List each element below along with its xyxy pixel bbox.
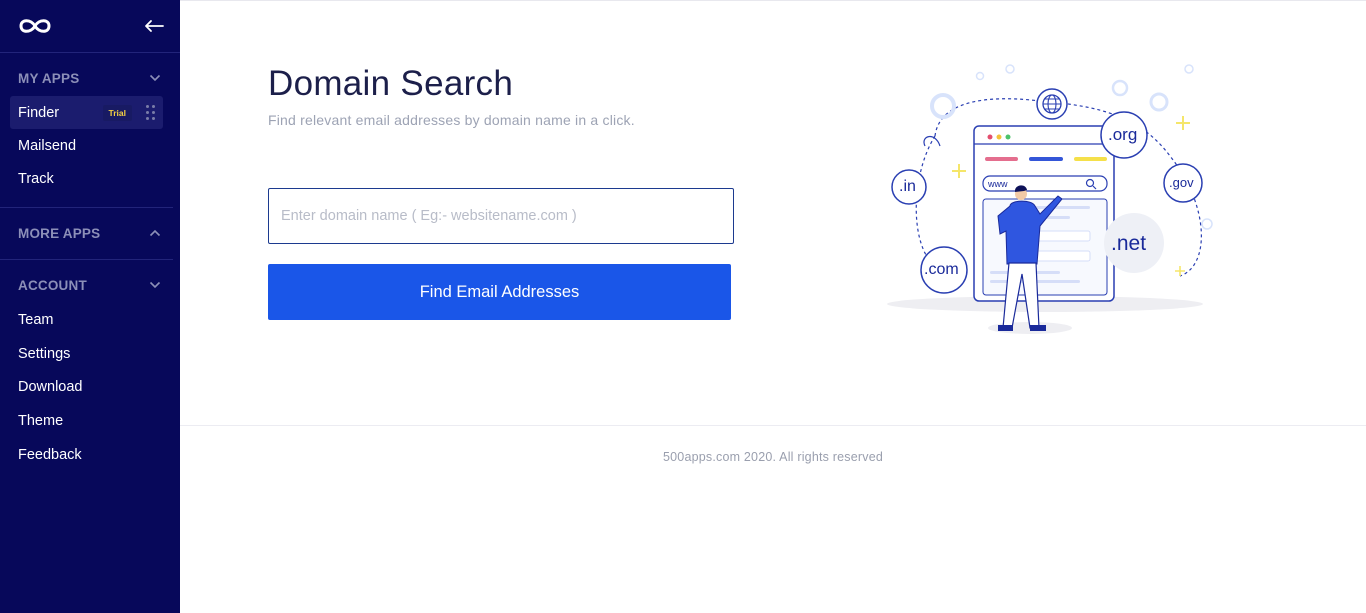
- sidebar-item-label: Track: [18, 170, 54, 187]
- my-apps-section: MY APPS Finder Trial Mailsend Track: [0, 53, 173, 208]
- sidebar-item-finder[interactable]: Finder Trial: [10, 96, 163, 129]
- sidebar-header: [0, 0, 180, 53]
- find-email-addresses-button[interactable]: Find Email Addresses: [268, 264, 731, 320]
- trial-badge: Trial: [102, 104, 132, 121]
- arrow-left-icon[interactable]: [144, 19, 164, 33]
- sidebar-item-feedback[interactable]: Feedback: [10, 438, 163, 472]
- footer-copyright: 500apps.com 2020. All rights reserved: [662, 450, 884, 464]
- my-apps-title: MY APPS: [18, 70, 80, 86]
- sidebar-item-label: Theme: [18, 413, 64, 430]
- sidebar-item-label: Team: [18, 311, 54, 328]
- sidebar-item-label: Feedback: [18, 447, 82, 464]
- sidebar: MY APPS Finder Trial Mailsend Track MORE…: [0, 0, 180, 613]
- drag-handle-icon[interactable]: [146, 105, 155, 120]
- tld-org-label: .org: [1108, 125, 1138, 144]
- page-subtitle: Find relevant email addresses by domain …: [268, 112, 635, 128]
- more-apps-section: MORE APPS: [0, 208, 173, 260]
- sidebar-item-label: Download: [18, 379, 83, 396]
- chevron-up-icon: [149, 229, 161, 237]
- account-title: ACCOUNT: [18, 277, 87, 293]
- tld-gov-label: .gov: [1169, 175, 1194, 190]
- chevron-down-icon: [149, 74, 161, 82]
- main-content: Domain Search Find relevant email addres…: [180, 0, 1366, 613]
- chevron-down-icon: [149, 281, 161, 289]
- domain-search-illustration: .org .in .gov .net .com www: [880, 56, 1240, 346]
- more-apps-title: MORE APPS: [18, 225, 101, 241]
- footer-divider: [180, 425, 1366, 426]
- sidebar-item-label: Mailsend: [18, 137, 77, 154]
- infinity-logo-icon[interactable]: [17, 15, 53, 37]
- sidebar-item-team[interactable]: Team: [10, 303, 163, 337]
- more-apps-header[interactable]: MORE APPS: [0, 222, 173, 244]
- tld-net-label: .net: [1111, 232, 1147, 255]
- page-title: Domain Search: [268, 64, 514, 103]
- domain-input[interactable]: [268, 188, 734, 244]
- tld-in-label: .in: [899, 178, 916, 195]
- sidebar-item-label: Finder: [18, 104, 60, 121]
- account-section: ACCOUNT Team Settings Download Theme Fee…: [0, 260, 173, 484]
- sidebar-item-settings[interactable]: Settings: [10, 337, 163, 371]
- url-bar-text: www: [988, 179, 1008, 189]
- my-apps-header[interactable]: MY APPS: [0, 67, 173, 89]
- sidebar-item-theme[interactable]: Theme: [10, 404, 163, 438]
- tld-com-label: .com: [924, 261, 959, 278]
- account-header[interactable]: ACCOUNT: [0, 274, 173, 296]
- sidebar-item-track[interactable]: Track: [10, 162, 163, 195]
- sidebar-item-download[interactable]: Download: [10, 371, 163, 405]
- sidebar-item-label: Settings: [18, 345, 71, 362]
- sidebar-item-mailsend[interactable]: Mailsend: [10, 129, 163, 162]
